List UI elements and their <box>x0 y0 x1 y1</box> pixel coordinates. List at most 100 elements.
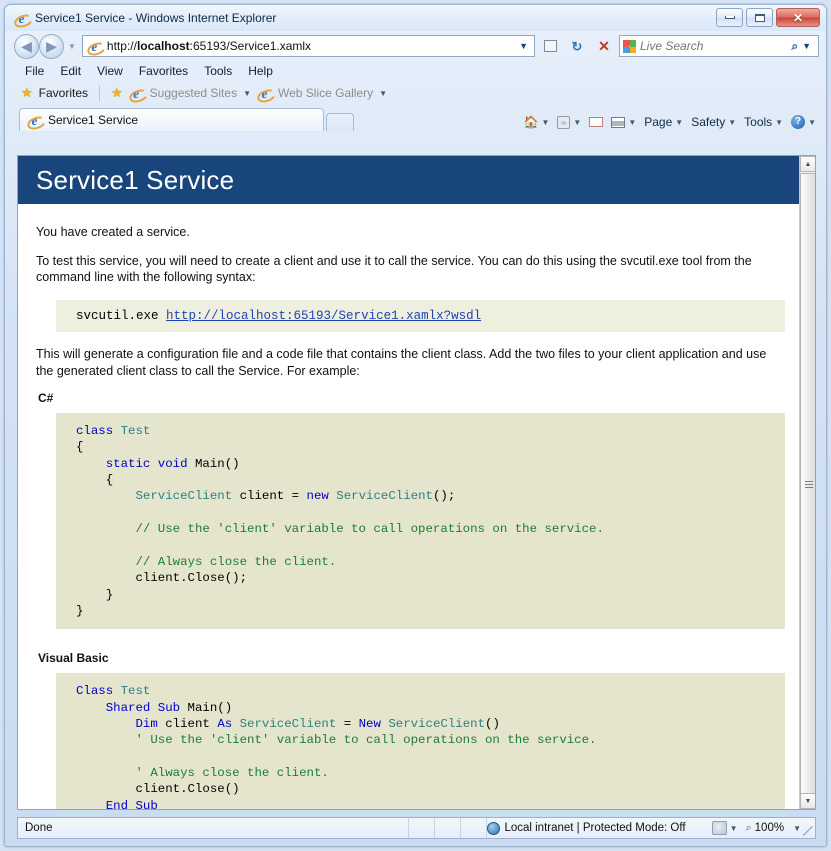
command-bar: 🏠▼ ≈▼ ▼ Page▼ Safety▼ Tools▼ ?▼ <box>522 115 818 129</box>
privacy-lock-icon[interactable] <box>712 821 727 835</box>
compatibility-view-button[interactable] <box>538 35 562 57</box>
page-title: Service1 Service <box>36 165 234 196</box>
tools-caret-icon: ▼ <box>775 118 783 127</box>
search-icon[interactable]: ⌕ <box>791 39 798 54</box>
favorites-button-label[interactable]: Favorites <box>39 86 88 100</box>
maximize-icon <box>755 14 765 22</box>
minimize-button[interactable] <box>716 8 743 27</box>
address-rest: :65193/Service1.xamlx <box>190 39 311 53</box>
web-slice-gallery-icon: e <box>257 86 272 101</box>
search-placeholder: Live Search <box>640 39 787 53</box>
print-caret-icon[interactable]: ▼ <box>628 118 636 127</box>
caption-buttons: ✕ <box>716 8 820 27</box>
favorites-bar: ★ Favorites ★ e Suggested Sites ▼ e Web … <box>5 81 826 105</box>
menu-bar: File Edit View Favorites Tools Help <box>5 61 826 81</box>
tab-label: Service1 Service <box>48 113 138 127</box>
print-button[interactable]: ▼ <box>609 117 638 128</box>
back-button[interactable]: ◀ <box>14 34 39 59</box>
window-resize-grip[interactable] <box>803 826 813 836</box>
scroll-up-button[interactable]: ▲ <box>800 156 816 172</box>
web-page-content: Service1 Service You have created a serv… <box>18 156 801 809</box>
menu-item-favorites[interactable]: Favorites <box>139 64 188 78</box>
web-slice-gallery-caret-icon[interactable]: ▼ <box>379 89 387 98</box>
address-toolbar: ◀ ▶ ▼ e http://localhost:65193/Service1.… <box>5 31 826 61</box>
page-menu-button[interactable]: Page▼ <box>642 115 685 129</box>
stop-button[interactable]: ✕ <box>592 35 616 57</box>
address-text: http://localhost:65193/Service1.xamlx <box>107 39 514 53</box>
favorites-star-icon: ★ <box>21 85 33 101</box>
close-button[interactable]: ✕ <box>776 8 820 27</box>
generate-note-paragraph: This will generate a configuration file … <box>36 346 785 379</box>
recent-pages-dropdown[interactable]: ▼ <box>68 42 76 51</box>
close-icon: ✕ <box>793 12 803 24</box>
intro-paragraph: You have created a service. <box>36 224 785 241</box>
csharp-code-block: class Test { static void Main() { Servic… <box>56 413 785 630</box>
svcutil-command-box: svcutil.exe http://localhost:65193/Servi… <box>56 300 785 333</box>
page-favicon-icon: e <box>87 39 102 54</box>
globe-icon <box>487 822 500 835</box>
scrollbar-thumb[interactable] <box>800 173 816 794</box>
minimize-icon <box>725 16 735 19</box>
search-provider-dropdown-icon[interactable]: ▼ <box>802 41 815 51</box>
csharp-label: C# <box>38 391 785 407</box>
feeds-caret-icon[interactable]: ▼ <box>573 118 581 127</box>
suggested-sites-caret-icon[interactable]: ▼ <box>243 89 251 98</box>
maximize-button[interactable] <box>746 8 773 27</box>
favorites-separator <box>99 85 100 101</box>
search-box[interactable]: Live Search ⌕ ▼ <box>619 35 819 57</box>
stop-icon: ✕ <box>598 39 610 53</box>
compatibility-icon <box>544 40 557 52</box>
tools-menu-label: Tools <box>744 115 772 129</box>
address-domain: localhost <box>137 39 190 53</box>
status-zone-slots <box>383 818 487 838</box>
menu-item-edit[interactable]: Edit <box>60 64 81 78</box>
safety-caret-icon: ▼ <box>728 118 736 127</box>
menu-item-help[interactable]: Help <box>248 64 273 78</box>
new-tab-button[interactable] <box>326 113 354 131</box>
address-bar[interactable]: e http://localhost:65193/Service1.xamlx … <box>82 35 535 57</box>
status-bar: Done Local intranet | Protected Mode: Of… <box>17 817 816 839</box>
page-caret-icon: ▼ <box>675 118 683 127</box>
feeds-button[interactable]: ≈▼ <box>555 116 583 129</box>
tab-service1-service[interactable]: e Service1 Service <box>19 108 324 131</box>
scrollbar-grip-icon <box>805 480 813 488</box>
read-mail-button[interactable] <box>587 117 605 127</box>
forward-button[interactable]: ▶ <box>39 34 64 59</box>
menu-item-view[interactable]: View <box>97 64 123 78</box>
page-header-banner: Service1 Service <box>18 156 801 204</box>
vertical-scrollbar[interactable]: ▲ ▼ <box>799 156 815 809</box>
home-button[interactable]: 🏠▼ <box>522 115 552 129</box>
zoom-level-text: 100% <box>755 822 784 834</box>
status-text: Done <box>18 822 53 834</box>
help-caret-icon: ▼ <box>808 118 816 127</box>
refresh-button[interactable]: ↻ <box>565 35 589 57</box>
suggested-sites-icon: e <box>129 86 144 101</box>
home-caret-icon[interactable]: ▼ <box>541 118 549 127</box>
help-icon: ? <box>791 115 805 129</box>
refresh-icon: ↻ <box>572 40 583 53</box>
tab-bar: e Service1 Service 🏠▼ ≈▼ ▼ Page▼ Safety▼… <box>5 105 826 131</box>
page-body: You have created a service. To test this… <box>18 204 801 809</box>
home-icon: 🏠 <box>524 115 539 129</box>
menu-item-file[interactable]: File <box>25 64 44 78</box>
add-to-favorites-bar-icon[interactable]: ★ <box>111 85 123 101</box>
title-bar: e Service1 Service - Windows Internet Ex… <box>5 5 826 31</box>
zoom-caret-icon[interactable]: ▼ <box>793 824 801 833</box>
instructions-paragraph: To test this service, you will need to c… <box>36 253 785 286</box>
tools-menu-button[interactable]: Tools▼ <box>742 115 785 129</box>
rss-feed-icon: ≈ <box>557 116 570 129</box>
print-icon <box>611 117 625 128</box>
safety-menu-button[interactable]: Safety▼ <box>689 115 738 129</box>
privacy-caret-icon[interactable]: ▼ <box>730 824 738 833</box>
help-menu-button[interactable]: ?▼ <box>789 115 818 129</box>
suggested-sites-label[interactable]: Suggested Sites <box>150 86 237 100</box>
security-zone-indicator[interactable]: Local intranet | Protected Mode: Off <box>487 822 685 835</box>
ie-logo-icon: e <box>14 11 29 26</box>
address-dropdown-icon[interactable]: ▼ <box>519 41 532 51</box>
scroll-down-button[interactable]: ▼ <box>800 793 816 809</box>
web-slice-gallery-label[interactable]: Web Slice Gallery <box>278 86 373 100</box>
menu-item-tools[interactable]: Tools <box>204 64 232 78</box>
wsdl-link[interactable]: http://localhost:65193/Service1.xamlx?ws… <box>166 309 481 323</box>
page-viewport: Service1 Service You have created a serv… <box>17 155 816 810</box>
page-menu-label: Page <box>644 115 672 129</box>
